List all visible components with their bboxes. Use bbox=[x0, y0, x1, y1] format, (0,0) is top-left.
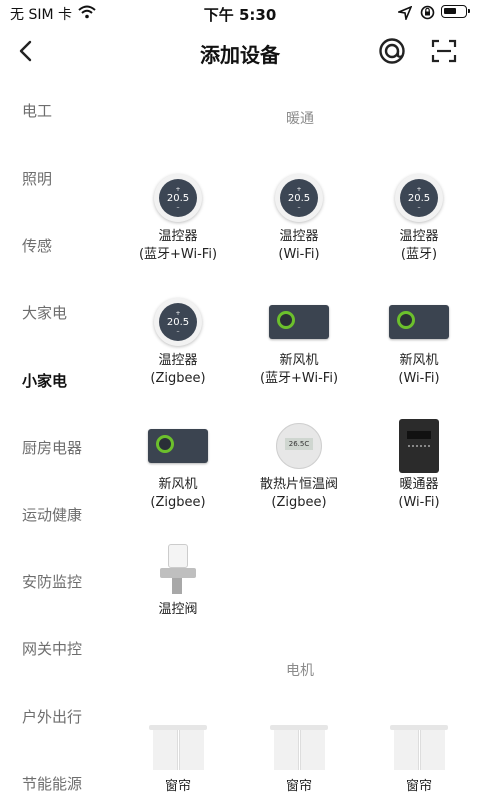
radiator-valve-icon: 26.5C bbox=[276, 423, 322, 469]
thermostat-icon: +20.5– bbox=[154, 174, 202, 222]
section-title-motor: 电机 bbox=[286, 663, 314, 679]
navigation-bar: 添加设备 bbox=[0, 30, 480, 74]
heater-icon bbox=[399, 419, 439, 473]
device-card[interactable]: 暖通器 (Wi-Fi) bbox=[364, 419, 474, 512]
device-protocol: (蓝牙+Wi-Fi) bbox=[138, 247, 218, 262]
category-item[interactable]: 节能能源 bbox=[22, 773, 82, 794]
category-item[interactable]: 大家电 bbox=[22, 302, 67, 323]
help-icon[interactable] bbox=[378, 37, 406, 69]
page-title: 添加设备 bbox=[200, 43, 280, 67]
device-protocol: (Wi-Fi) bbox=[398, 495, 440, 510]
device-card[interactable]: +20.5– 温控器 (Wi-Fi) bbox=[244, 172, 354, 264]
device-name: 温控器 bbox=[158, 353, 198, 368]
category-item[interactable]: 户外出行 bbox=[22, 706, 82, 727]
device-name: 窗帘 bbox=[405, 779, 432, 794]
curtain-icon bbox=[390, 725, 448, 770]
category-item[interactable]: 厨房电器 bbox=[22, 437, 82, 458]
ventilator-panel-icon bbox=[269, 305, 329, 339]
category-item[interactable]: 安防监控 bbox=[22, 571, 82, 592]
thermostat-icon: +20.5– bbox=[154, 298, 202, 346]
device-card[interactable]: 窗帘 bbox=[244, 722, 354, 796]
device-protocol: (蓝牙) bbox=[400, 247, 438, 262]
curtain-icon bbox=[149, 725, 207, 770]
device-protocol: (Zigbee) bbox=[150, 495, 206, 510]
device-name: 温控阀 bbox=[158, 602, 198, 617]
device-protocol: (Wi-Fi) bbox=[398, 371, 440, 386]
device-card[interactable]: +20.5– 温控器 (蓝牙+Wi-Fi) bbox=[123, 172, 233, 264]
thermostat-icon: +20.5– bbox=[275, 174, 323, 222]
category-item[interactable]: 运动健康 bbox=[22, 504, 82, 525]
device-card[interactable]: 26.5C 散热片恒温阀 (Zigbee) bbox=[244, 420, 354, 512]
rotation-lock-icon bbox=[420, 5, 435, 24]
device-card[interactable]: +20.5– 温控器 (蓝牙) bbox=[364, 172, 474, 264]
device-name: 温控器 bbox=[279, 229, 319, 244]
category-item-active[interactable]: 小家电 bbox=[22, 370, 67, 391]
scan-icon[interactable] bbox=[430, 38, 458, 68]
device-protocol: (Zigbee) bbox=[150, 371, 206, 386]
category-item[interactable]: 网关中控 bbox=[22, 638, 82, 659]
device-name: 温控器 bbox=[158, 229, 198, 244]
device-name: 新风机 bbox=[158, 477, 198, 492]
device-protocol: (蓝牙+Wi-Fi) bbox=[259, 371, 339, 386]
battery-icon bbox=[441, 5, 470, 18]
category-item[interactable]: 照明 bbox=[22, 168, 52, 189]
category-item[interactable]: 传感 bbox=[22, 235, 52, 256]
device-name: 新风机 bbox=[279, 353, 319, 368]
device-card[interactable]: 新风机 (Zigbee) bbox=[123, 420, 233, 512]
device-card[interactable]: 窗帘 bbox=[364, 722, 474, 796]
device-name: 散热片恒温阀 bbox=[259, 477, 338, 492]
curtain-icon bbox=[270, 725, 328, 770]
ventilator-panel-icon bbox=[389, 305, 449, 339]
device-name: 温控器 bbox=[399, 229, 439, 244]
thermostat-icon: +20.5– bbox=[395, 174, 443, 222]
device-card[interactable]: 窗帘 bbox=[123, 722, 233, 796]
device-name: 窗帘 bbox=[285, 779, 312, 794]
status-bar: 无 SIM 卡 下午 5:30 bbox=[0, 0, 480, 26]
device-name: 暖通器 bbox=[399, 477, 439, 492]
thermostatic-valve-icon bbox=[158, 544, 198, 598]
device-card[interactable]: 温控阀 bbox=[123, 544, 233, 619]
section-title-hvac: 暖通 bbox=[286, 111, 314, 127]
location-arrow-icon bbox=[396, 5, 413, 24]
device-card[interactable]: 新风机 (蓝牙+Wi-Fi) bbox=[244, 296, 354, 388]
ventilator-panel-icon bbox=[148, 429, 208, 463]
device-card[interactable]: +20.5– 温控器 (Zigbee) bbox=[123, 296, 233, 388]
category-item[interactable]: 电工 bbox=[22, 100, 52, 121]
device-name: 窗帘 bbox=[164, 779, 191, 794]
device-protocol: (Zigbee) bbox=[271, 495, 327, 510]
device-name: 新风机 bbox=[399, 353, 439, 368]
device-card[interactable]: 新风机 (Wi-Fi) bbox=[364, 296, 474, 388]
device-protocol: (Wi-Fi) bbox=[278, 247, 320, 262]
